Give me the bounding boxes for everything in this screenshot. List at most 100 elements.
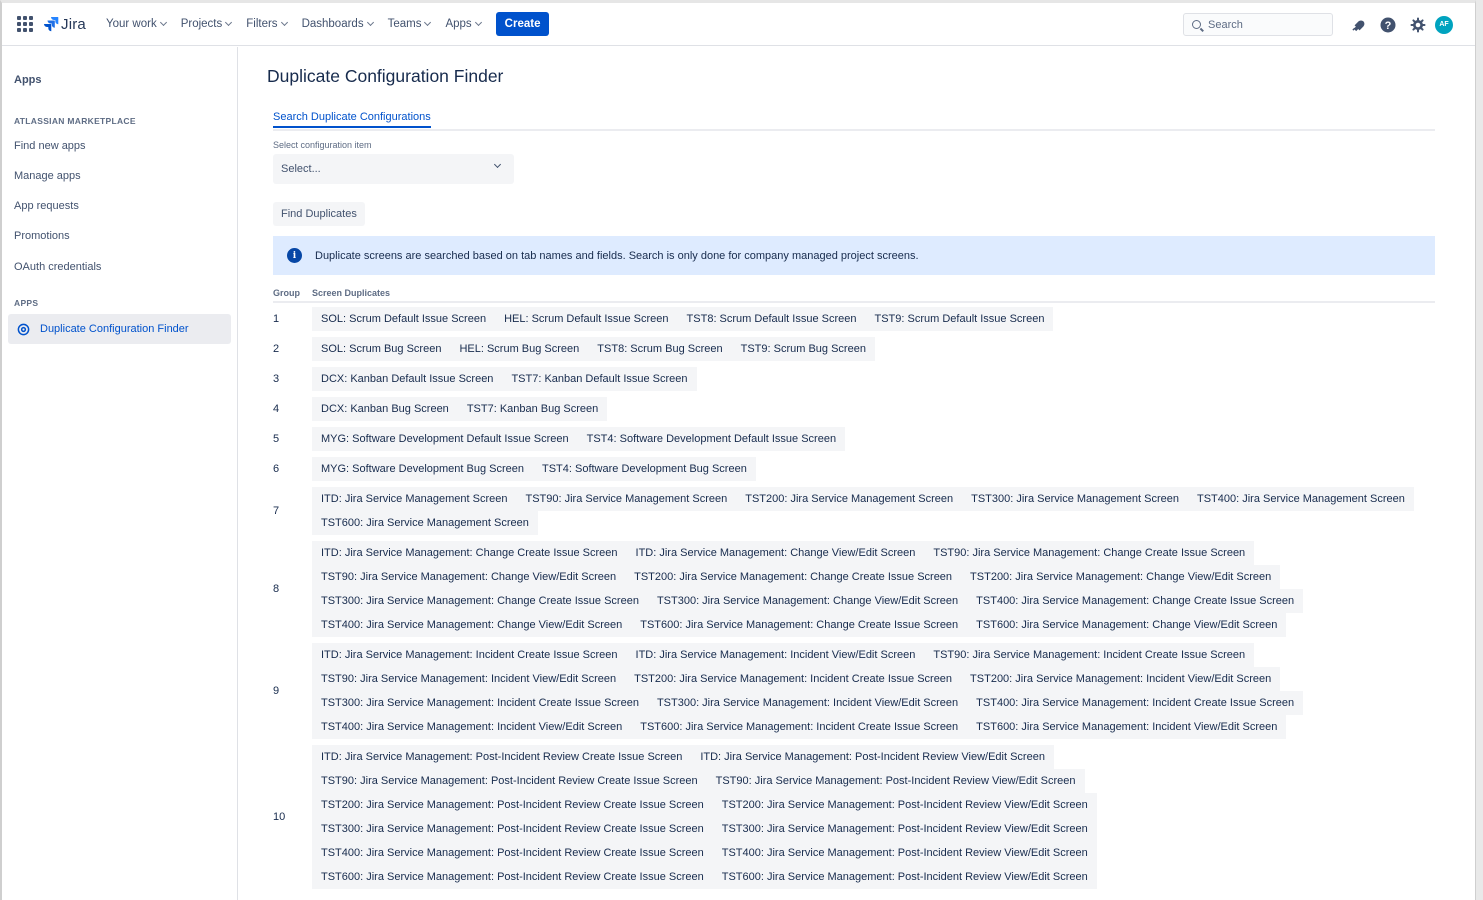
screen-chip: TST90: Jira Service Management: Change V… — [312, 565, 626, 589]
nav-teams[interactable]: Teams — [388, 18, 432, 30]
logo-text: Jira — [61, 15, 86, 33]
user-avatar[interactable]: AF — [1435, 15, 1453, 34]
screen-chip: TST400: Jira Service Management Screen — [1187, 487, 1414, 511]
chip-line: TST600: Jira Service Management: Post-In… — [312, 865, 1097, 889]
jira-logo[interactable]: Jira — [43, 16, 86, 33]
screen-chip: ITD: Jira Service Management: Incident V… — [626, 643, 925, 667]
table-row: 3 DCX: Kanban Default Issue Screen TST7: K… — [273, 367, 1435, 391]
chip-line: ITD: Jira Service Management: Incident C… — [312, 643, 1303, 667]
screen-chip: TST200: Jira Service Management: Change … — [625, 565, 962, 589]
screen-duplicates-cell: DCX: Kanban Default Issue Screen TST7: Ka… — [312, 367, 697, 391]
screen-chip: TST90: Jira Service Management: Change C… — [924, 541, 1255, 565]
screen-chip: TST4: Software Development Bug Screen — [532, 457, 756, 481]
select-config-label: Select configuration item — [273, 140, 372, 150]
screen-chip: ITD: Jira Service Management: Post-Incid… — [312, 745, 692, 769]
screen-chip: TST90: Jira Service Management: Incident… — [312, 667, 626, 691]
chip-line: DCX: Kanban Bug Screen TST7: Kanban Bug S… — [312, 397, 608, 421]
screen-chip: ITD: Jira Service Management Screen — [312, 487, 517, 511]
screen-chip: TST7: Kanban Bug Screen — [457, 397, 608, 421]
nav-filters[interactable]: Filters — [246, 18, 288, 30]
chip-line: MYG: Software Development Bug Screen TST4… — [312, 457, 756, 481]
screen-chip: TST200: Jira Service Management: Post-In… — [312, 793, 713, 817]
chip-line: TST200: Jira Service Management: Post-In… — [312, 793, 1097, 817]
sidebar-item-duplicate-configuration-finder[interactable]: Duplicate Configuration Finder — [8, 314, 231, 344]
screen-chip: TST90: Jira Service Management: Incident… — [924, 643, 1255, 667]
group-number: 6 — [273, 463, 280, 475]
screen-chip: ITD: Jira Service Management: Incident C… — [312, 643, 627, 667]
app-switcher-icon[interactable] — [16, 15, 34, 33]
chip-line: TST400: Jira Service Management: Inciden… — [312, 715, 1303, 739]
group-number: 1 — [273, 313, 280, 325]
screen-chip: TST400: Jira Service Management: Inciden… — [312, 715, 632, 739]
screen-chip: TST300: Jira Service Management: Inciden… — [647, 691, 968, 715]
screen-chip: TST9: Scrum Bug Screen — [731, 337, 875, 361]
sidebar-item-app-requests[interactable]: App requests — [14, 200, 79, 212]
search-placeholder: Search — [1208, 18, 1243, 31]
screen-chip: TST400: Jira Service Management: Post-In… — [312, 841, 713, 865]
notifications-icon[interactable] — [1343, 10, 1373, 40]
screen-chip: TST9: Scrum Default Issue Screen — [865, 307, 1054, 331]
config-item-select[interactable]: Select... — [273, 154, 514, 184]
chip-line: SOL: Scrum Default Issue Screen HEL: Scru… — [312, 307, 1054, 331]
create-button[interactable]: Create — [495, 12, 550, 36]
chip-line: DCX: Kanban Default Issue Screen TST7: Ka… — [312, 367, 697, 391]
chip-line: ITD: Jira Service Management: Post-Incid… — [312, 745, 1097, 769]
screen-chip: TST200: Jira Service Management: Change … — [961, 565, 1281, 589]
sidebar-item-label: Duplicate Configuration Finder — [40, 323, 189, 335]
nav-dashboards[interactable]: Dashboards — [302, 18, 374, 30]
screen-chip: TST300: Jira Service Management: Inciden… — [312, 691, 648, 715]
nav-projects-label: Projects — [180, 18, 223, 30]
info-icon: i — [287, 248, 302, 263]
screen-chip: TST200: Jira Service Management: Inciden… — [625, 667, 962, 691]
screen-chip: TST7: Kanban Default Issue Screen — [502, 367, 697, 391]
search-input[interactable]: Search — [1183, 13, 1333, 36]
screen-chip: TST300: Jira Service Management Screen — [962, 487, 1188, 511]
screen-chip: TST300: Jira Service Management: Post-In… — [712, 817, 1097, 841]
tab-search-duplicate-configurations[interactable]: Search Duplicate Configurations — [273, 111, 431, 128]
screen-chip: TST8: Scrum Bug Screen — [588, 337, 732, 361]
sidebar-title: Apps — [14, 74, 42, 86]
nav-filters-label: Filters — [246, 18, 278, 30]
tab-bar: Search Duplicate Configurations — [273, 111, 1435, 131]
screen-chip: TST4: Software Development Default Issue… — [577, 427, 846, 451]
settings-gear-icon[interactable] — [1403, 10, 1433, 40]
screen-chip: TST90: Jira Service Management: Post-Inc… — [312, 769, 707, 793]
svg-text:?: ? — [1385, 20, 1392, 32]
sidebar-item-find-new-apps[interactable]: Find new apps — [14, 140, 86, 152]
group-number: 5 — [273, 433, 280, 445]
chevron-down-icon — [366, 18, 374, 27]
chip-line: SOL: Scrum Bug Screen HEL: Scrum Bug Scre… — [312, 337, 875, 361]
screen-duplicates-cell: ITD: Jira Service Management: Post-Incid… — [312, 745, 1097, 889]
sidebar-item-manage-apps[interactable]: Manage apps — [14, 170, 81, 182]
screen-chip: TST200: Jira Service Management Screen — [736, 487, 963, 511]
screen-chip: MYG: Software Development Default Issue … — [312, 427, 578, 451]
screen-chip: ITD: Jira Service Management: Change Cre… — [312, 541, 627, 565]
chip-line: TST400: Jira Service Management: Change … — [312, 613, 1303, 637]
table-row: 4 DCX: Kanban Bug Screen TST7: Kanban Bug … — [273, 397, 1435, 421]
screen-chip: ITD: Jira Service Management: Change Vie… — [626, 541, 925, 565]
sidebar-item-promotions[interactable]: Promotions — [14, 230, 70, 242]
screen-chip: TST200: Jira Service Management: Post-In… — [712, 793, 1097, 817]
chip-line: TST300: Jira Service Management: Change … — [312, 589, 1304, 613]
group-number: 10 — [273, 811, 286, 823]
screen-duplicates-cell: ITD: Jira Service Management: Change Cre… — [312, 541, 1304, 637]
find-duplicates-button[interactable]: Find Duplicates — [273, 202, 365, 226]
page-title: Duplicate Configuration Finder — [267, 66, 504, 86]
chevron-down-icon — [159, 18, 167, 27]
table-header: Group Screen Duplicates — [273, 286, 1435, 303]
screen-chip: TST400: Jira Service Management: Change … — [967, 589, 1304, 613]
table-row: 1 SOL: Scrum Default Issue Screen HEL: Scr… — [273, 307, 1435, 331]
sidebar-item-oauth-credentials[interactable]: OAuth credentials — [14, 261, 101, 273]
screen-chip: TST600: Jira Service Management: Change … — [967, 613, 1287, 637]
screen-chip: TST8: Scrum Default Issue Screen — [677, 307, 866, 331]
nav-your-work[interactable]: Your work — [106, 18, 167, 30]
table-row: 2 SOL: Scrum Bug Screen HEL: Scrum Bug Scr… — [273, 337, 1435, 361]
group-number: 7 — [273, 505, 280, 517]
screen-chip: TST400: Jira Service Management: Post-In… — [712, 841, 1097, 865]
chip-line: TST300: Jira Service Management: Post-In… — [312, 817, 1097, 841]
group-number: 4 — [273, 403, 280, 415]
help-icon[interactable]: ? — [1373, 10, 1403, 40]
nav-apps[interactable]: Apps — [445, 18, 482, 30]
nav-projects[interactable]: Projects — [180, 18, 233, 30]
chevron-down-icon — [225, 18, 233, 27]
